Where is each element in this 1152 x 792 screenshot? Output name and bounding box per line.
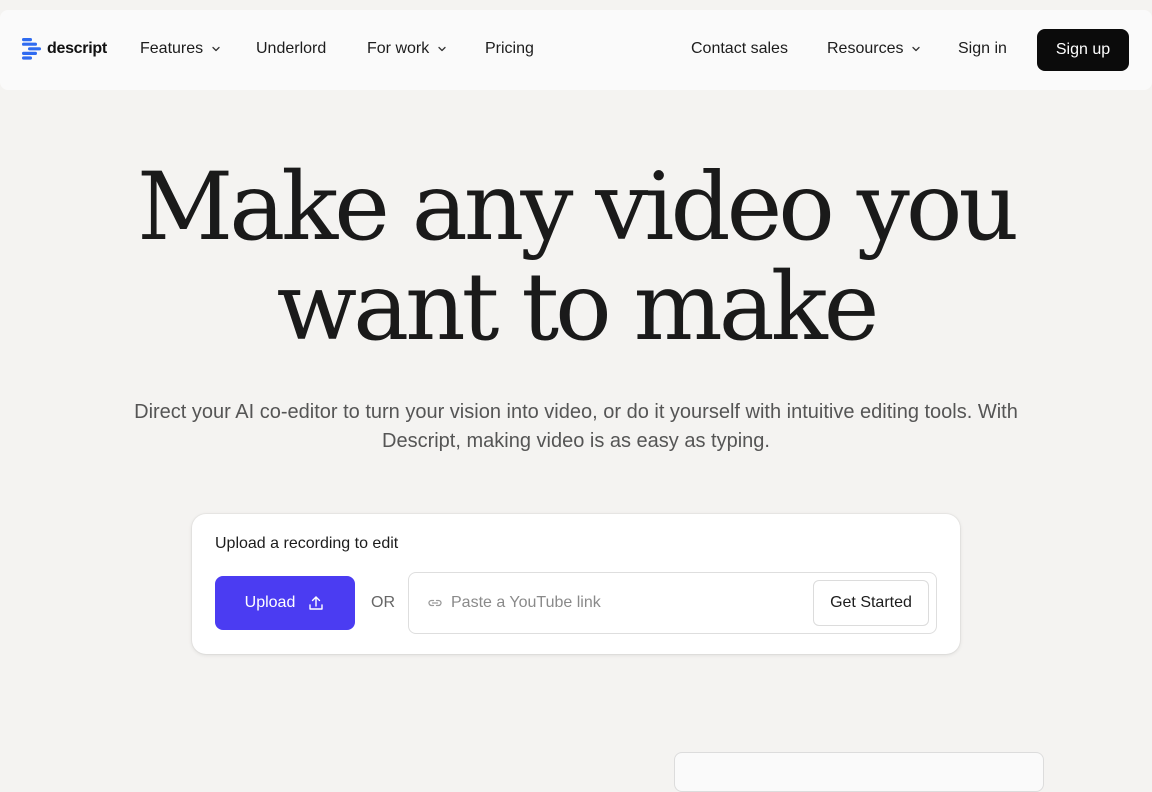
top-navbar: descript Features Underlord For work Pri…	[0, 10, 1152, 90]
upload-button[interactable]: Upload	[215, 576, 355, 630]
youtube-link-field: Get Started	[408, 572, 937, 634]
upload-button-label: Upload	[244, 594, 296, 611]
nav-resources-label: Resources	[827, 40, 904, 57]
upload-card-title: Upload a recording to edit	[215, 535, 399, 552]
nav-features-dropdown[interactable]: Features	[140, 40, 221, 58]
link-icon	[428, 599, 442, 607]
hero-title: Make any video you want to make	[0, 158, 1152, 358]
nav-pricing-label: Pricing	[485, 40, 534, 57]
nav-underlord-link[interactable]: Underlord	[256, 40, 326, 58]
nav-for-work-dropdown[interactable]: For work	[367, 40, 447, 58]
product-preview-card	[674, 752, 1044, 792]
hero-subtitle: Direct your AI co-editor to turn your vi…	[134, 401, 1018, 452]
hero-title-line-1: Make any video you	[136, 153, 1019, 262]
or-divider-label: OR	[371, 594, 395, 611]
hero-title-line-2: want to make	[276, 253, 880, 362]
nav-underlord-label: Underlord	[256, 40, 327, 57]
descript-logo-icon	[22, 38, 41, 60]
chevron-down-icon	[912, 46, 921, 52]
chevron-down-icon	[438, 46, 446, 52]
sign-up-label: Sign up	[1055, 41, 1111, 58]
nav-contact-sales-label: Contact sales	[691, 40, 788, 57]
get-started-label: Get Started	[830, 594, 912, 611]
chevron-down-icon	[212, 46, 220, 52]
youtube-link-input[interactable]	[451, 588, 801, 618]
sign-in-link[interactable]: Sign in	[958, 40, 1007, 58]
get-started-button[interactable]: Get Started	[813, 580, 929, 626]
nav-resources-dropdown[interactable]: Resources	[827, 40, 921, 58]
nav-features-label: Features	[140, 40, 204, 57]
brand-name: descript	[47, 40, 107, 57]
descript-logo[interactable]: descript	[22, 38, 107, 60]
upload-card: Upload a recording to edit Upload OR Get…	[192, 514, 960, 654]
nav-contact-sales-link[interactable]: Contact sales	[691, 40, 788, 58]
sign-up-button[interactable]: Sign up	[1037, 29, 1129, 71]
nav-pricing-link[interactable]: Pricing	[485, 40, 534, 58]
sign-in-label: Sign in	[958, 40, 1007, 57]
upload-icon	[309, 596, 324, 610]
nav-for-work-label: For work	[367, 40, 430, 57]
